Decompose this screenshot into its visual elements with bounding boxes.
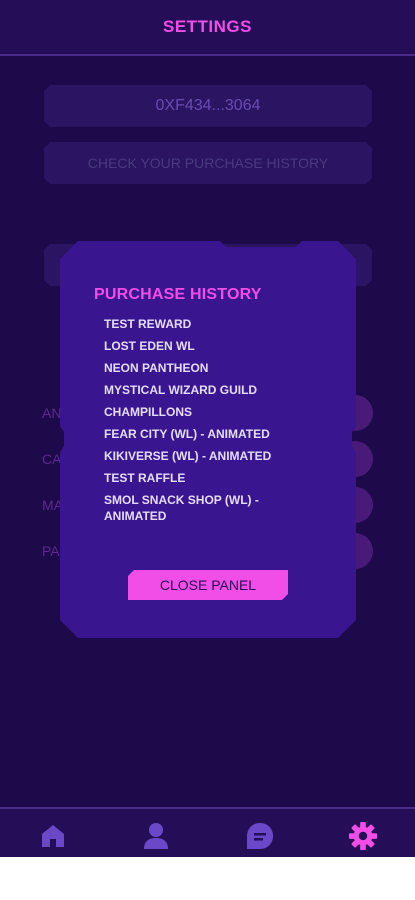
list-item: KIKIVERSE (WL) - ANIMATED [104,449,272,463]
chat-icon [247,823,273,849]
check-purchase-history-label: CHECK YOUR PURCHASE HISTORY [87,155,329,171]
wallet-address-field[interactable]: 0XF434...3064 [44,85,372,127]
purchase-history-modal: PURCHASE HISTORY TEST REWARD LOST EDEN W… [60,241,356,638]
list-item: CHAMPILLONS [104,405,192,419]
list-item: TEST REWARD [104,317,192,331]
user-icon [144,823,168,849]
nav-settings[interactable] [348,821,378,851]
list-item: SMOL SNACK SHOP (WL) - ANIMATED [104,493,259,523]
purchase-history-list: TEST REWARD LOST EDEN WL NEON PANTHEON M… [104,316,324,530]
list-item: LOST EDEN WL [104,339,195,353]
nav-home[interactable] [38,821,68,851]
wallet-address-text: 0XF434...3064 [155,97,261,114]
nav-chat[interactable] [245,821,275,851]
list-item: MYSTICAL WIZARD GUILD [104,383,258,397]
list-item: FEAR CITY (WL) - ANIMATED [104,427,270,441]
gear-icon [348,821,378,851]
nav-profile[interactable] [141,821,171,851]
list-item: NEON PANTHEON [104,361,209,375]
list-item: TEST RAFFLE [104,471,186,485]
page-title: SETTINGS [162,17,252,36]
close-panel-button[interactable]: CLOSE PANEL [128,570,288,600]
settings-row-label: PA [42,543,60,559]
check-purchase-history-button[interactable]: CHECK YOUR PURCHASE HISTORY [44,142,372,184]
settings-row-label: MA [42,497,63,513]
modal-title: PURCHASE HISTORY [94,286,262,303]
close-panel-label: CLOSE PANEL [159,577,257,593]
app-header: SETTINGS [0,0,415,56]
settings-row-label: CA [42,451,62,467]
settings-screen: SETTINGS 0XF434...3064 CHECK YOUR PURCHA… [0,0,415,857]
bottom-nav [0,807,415,857]
home-icon [42,825,64,847]
